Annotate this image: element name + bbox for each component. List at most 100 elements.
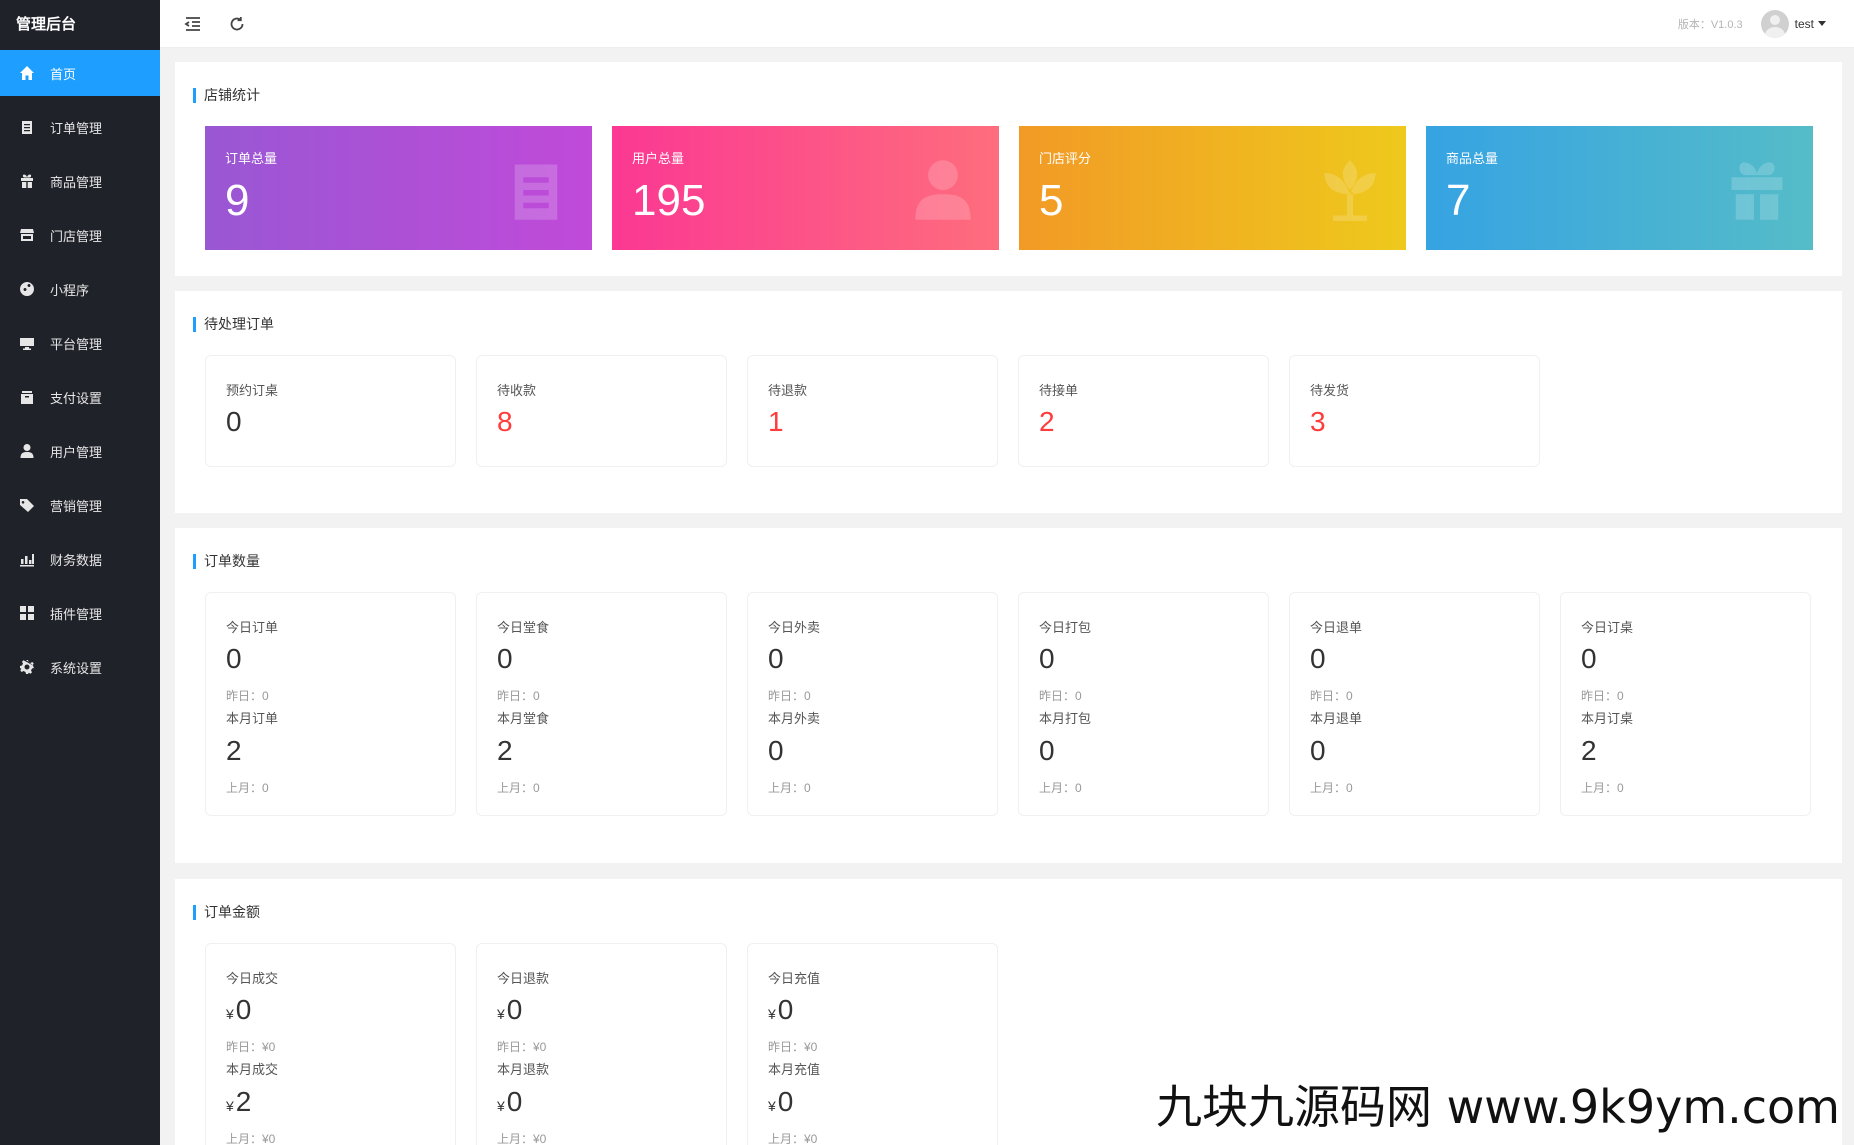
amount-value: 0	[777, 1086, 794, 1117]
yesterday-text: 昨日：0	[226, 689, 269, 703]
pending-card-refund[interactable]: 待退款 1	[747, 355, 998, 467]
pending-label: 待收款	[497, 383, 537, 398]
avatar[interactable]	[1760, 9, 1789, 38]
sidebar-item-plugins[interactable]: 插件管理	[0, 590, 160, 636]
order-amount-card[interactable]: 今日充值 ¥0 昨日：¥0 本月充值 ¥0 上月：¥0	[747, 943, 998, 1145]
sidebar-item-label: 营销管理	[50, 498, 103, 514]
month-value: 2	[1581, 735, 1597, 766]
pending-card-ship[interactable]: 待发货 3	[1289, 355, 1540, 467]
stat-card-products[interactable]: 商品总量 7	[1426, 126, 1813, 250]
month-label: 本月堂食	[497, 711, 550, 726]
sidebar-item-stores[interactable]: 门店管理	[0, 212, 160, 258]
order-count-card[interactable]: 今日外卖 0 昨日：0 本月外卖 0 上月：0	[747, 592, 998, 816]
bar-chart-icon	[18, 550, 36, 568]
gift-icon	[1723, 156, 1791, 224]
sidebar-item-label: 小程序	[50, 282, 90, 298]
pending-label: 待发货	[1310, 383, 1350, 398]
app-logo: 管理后台	[16, 16, 77, 33]
pending-card-reservation[interactable]: 预约订桌 0	[205, 355, 456, 467]
sidebar-item-mini-program[interactable]: 小程序	[0, 266, 160, 312]
pending-value: 2	[1039, 406, 1055, 437]
sidebar-item-label: 支付设置	[50, 390, 103, 406]
amount-value: 0	[506, 1086, 523, 1117]
order-count-card[interactable]: 今日堂食 0 昨日：0 本月堂食 2 上月：0	[476, 592, 727, 816]
store-stats-panel: 店铺统计 订单总量 9 用户总量 195 门店评分 5 商品总量 7	[175, 62, 1842, 276]
order-amount-card[interactable]: 今日退款 ¥0 昨日：¥0 本月退款 ¥0 上月：¥0	[476, 943, 727, 1145]
order-amount-card[interactable]: 今日成交 ¥0 昨日：¥0 本月成交 ¥2 上月：¥0	[205, 943, 456, 1145]
order-count-card[interactable]: 今日订单 0 昨日：0 本月订单 2 上月：0	[205, 592, 456, 816]
amount-value: 2	[235, 1086, 252, 1117]
month-value: ¥0	[768, 1086, 793, 1118]
month-value: 0	[1310, 735, 1326, 766]
grid-icon	[18, 604, 36, 622]
today-label: 今日外卖	[768, 620, 821, 635]
stat-value: 5	[1039, 176, 1064, 225]
today-value: ¥0	[226, 994, 251, 1026]
panel-title: 待处理订单	[193, 317, 274, 332]
pending-card-accept[interactable]: 待接单 2	[1018, 355, 1269, 467]
month-label: 本月订单	[226, 711, 279, 726]
currency-symbol: ¥	[226, 1006, 234, 1022]
month-value: 2	[497, 735, 513, 766]
stat-card-orders[interactable]: 订单总量 9	[205, 126, 592, 250]
caret-down-icon[interactable]	[1818, 21, 1826, 26]
watermark-text: 九块九源码网 www.9k9ym.com	[1156, 1080, 1840, 1134]
yesterday-text: 昨日：0	[1310, 689, 1353, 703]
currency-symbol: ¥	[768, 1098, 776, 1114]
sidebar-item-label: 系统设置	[50, 660, 103, 676]
menu-fold-icon	[184, 16, 200, 31]
clipboard-icon	[502, 156, 570, 224]
top-header: 版本：V1.0.3 test	[160, 0, 1854, 48]
sidebar-item-orders[interactable]: 订单管理	[0, 104, 160, 150]
stat-value: 9	[225, 176, 250, 225]
panel-title: 订单金额	[193, 905, 260, 920]
stat-card-users[interactable]: 用户总量 195	[612, 126, 999, 250]
stat-card-rating[interactable]: 门店评分 5	[1019, 126, 1406, 250]
today-value: ¥0	[497, 994, 522, 1026]
refresh-button[interactable]	[226, 13, 248, 35]
username-menu[interactable]: test	[1795, 17, 1814, 31]
sidebar-item-settings[interactable]: 系统设置	[0, 644, 160, 690]
sidebar-item-label: 首页	[50, 66, 77, 82]
user-icon	[18, 442, 36, 460]
last-month-text: 上月：¥0	[497, 1132, 547, 1145]
today-label: 今日订桌	[1581, 620, 1634, 635]
last-month-text: 上月：0	[1581, 781, 1624, 795]
currency-symbol: ¥	[497, 1098, 505, 1114]
order-count-card[interactable]: 今日打包 0 昨日：0 本月打包 0 上月：0	[1018, 592, 1269, 816]
today-label: 今日充值	[768, 971, 821, 986]
yesterday-text: 昨日：0	[1039, 689, 1082, 703]
stat-value: 195	[632, 176, 706, 225]
currency-symbol: ¥	[226, 1098, 234, 1114]
today-value: 0	[1310, 643, 1326, 674]
today-value: ¥0	[768, 994, 793, 1026]
sidebar-item-users[interactable]: 用户管理	[0, 428, 160, 474]
last-month-text: 上月：¥0	[768, 1132, 818, 1145]
panel-title: 店铺统计	[193, 88, 260, 103]
sidebar-item-label: 门店管理	[50, 228, 103, 244]
clipboard-icon	[18, 118, 36, 136]
last-month-text: 上月：¥0	[226, 1132, 276, 1145]
last-month-text: 上月：0	[497, 781, 540, 795]
toggle-sidebar-button[interactable]	[182, 13, 204, 35]
order-count-card[interactable]: 今日退单 0 昨日：0 本月退单 0 上月：0	[1289, 592, 1540, 816]
sidebar-item-products[interactable]: 商品管理	[0, 158, 160, 204]
sidebar-item-finance[interactable]: 财务数据	[0, 536, 160, 582]
mini-program-icon	[18, 280, 36, 298]
sidebar-item-payment[interactable]: 支付设置	[0, 374, 160, 420]
pending-label: 待接单	[1039, 383, 1079, 398]
today-value: 0	[1039, 643, 1055, 674]
sidebar-item-label: 财务数据	[50, 552, 103, 568]
sidebar-item-label: 用户管理	[50, 444, 103, 460]
sidebar-item-platform[interactable]: 平台管理	[0, 320, 160, 366]
sidebar-item-label: 商品管理	[50, 174, 103, 190]
stat-label: 门店评分	[1039, 151, 1092, 166]
pending-value: 3	[1310, 406, 1326, 437]
order-count-card[interactable]: 今日订桌 0 昨日：0 本月订桌 2 上月：0	[1560, 592, 1811, 816]
last-month-text: 上月：0	[768, 781, 811, 795]
today-label: 今日堂食	[497, 620, 550, 635]
gift-icon	[18, 172, 36, 190]
pending-card-unpaid[interactable]: 待收款 8	[476, 355, 727, 467]
sidebar-item-home[interactable]: 首页	[0, 50, 160, 96]
sidebar-item-marketing[interactable]: 营销管理	[0, 482, 160, 528]
